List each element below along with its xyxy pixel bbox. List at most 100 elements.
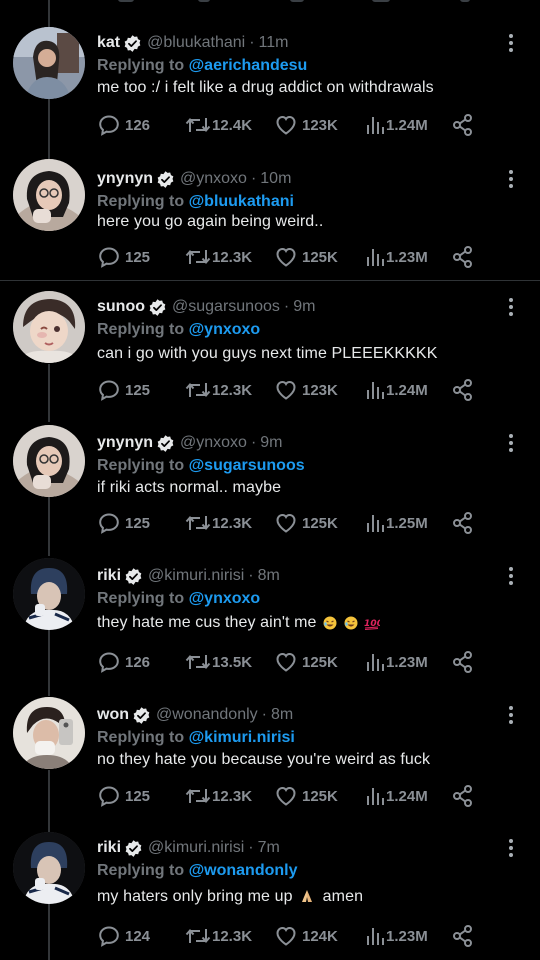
tweet[interactable]: ynynyn @ynxoxo · 9m Replying to @sugarsu…: [0, 417, 540, 550]
tweet[interactable]: riki @kimuri.nirisi · 7m Replying to @wo…: [0, 822, 540, 960]
reply-button[interactable]: 125: [97, 377, 150, 403]
like-button[interactable]: 125K: [274, 783, 338, 809]
avatar[interactable]: [13, 159, 85, 231]
reply-button[interactable]: 126: [97, 649, 150, 675]
user-handle[interactable]: @sugarsunoos: [172, 298, 280, 316]
avatar[interactable]: [13, 425, 85, 497]
avatar[interactable]: [13, 558, 85, 630]
retweet-arrows-icon: [185, 654, 211, 670]
views-button[interactable]: 1.24M: [365, 377, 428, 403]
vertical-dots-icon[interactable]: [506, 839, 516, 857]
display-name[interactable]: ynynyn: [97, 170, 153, 188]
reply-button[interactable]: 125: [97, 783, 150, 809]
user-handle[interactable]: @bluukathani: [147, 34, 245, 52]
display-name[interactable]: won: [97, 706, 129, 724]
share-button[interactable]: [452, 244, 474, 270]
retweet-button[interactable]: 12.3K: [185, 244, 252, 270]
avatar[interactable]: [13, 832, 85, 904]
replying-to-mention[interactable]: @bluukathani: [189, 193, 294, 210]
user-handle[interactable]: @kimuri.nirisi: [148, 839, 244, 857]
share-nodes-icon: [453, 114, 472, 136]
praying-hands-emoji-icon: [299, 888, 315, 909]
reply-button[interactable]: 125: [97, 510, 150, 536]
reply-button[interactable]: 126: [97, 112, 150, 138]
separator-dot: ·: [250, 434, 257, 451]
like-button[interactable]: 123K: [274, 112, 338, 138]
like-button[interactable]: 125K: [274, 510, 338, 536]
timestamp[interactable]: 8m: [258, 567, 280, 585]
display-name[interactable]: sunoo: [97, 298, 145, 316]
tweet[interactable]: ynynyn @ynxoxo · 10m Replying to @bluuka…: [0, 153, 540, 281]
share-button[interactable]: [452, 377, 474, 403]
tweet[interactable]: sunoo @sugarsunoos · 9m Replying to @ynx…: [0, 281, 540, 417]
replying-to-mention[interactable]: @aerichandesu: [189, 57, 308, 74]
retweet-arrows-icon: [185, 788, 211, 804]
tweet-header: riki @kimuri.nirisi · 8m: [97, 565, 280, 587]
share-button[interactable]: [452, 783, 474, 809]
retweet-button[interactable]: 12.3K: [185, 510, 252, 536]
timestamp[interactable]: 10m: [260, 170, 291, 188]
display-name[interactable]: kat: [97, 34, 120, 52]
vertical-dots-icon[interactable]: [506, 434, 516, 452]
display-name[interactable]: riki: [97, 567, 121, 585]
vertical-dots-icon[interactable]: [506, 567, 516, 585]
action-bar: 125 12.3K 125K 1.23M: [97, 244, 477, 270]
verified-badge-icon: [156, 170, 175, 189]
share-button[interactable]: [452, 923, 474, 949]
views-button[interactable]: 1.25M: [365, 510, 428, 536]
views-button[interactable]: 1.24M: [365, 783, 428, 809]
tweet[interactable]: kat @bluukathani · 11m Replying to @aeri…: [0, 17, 540, 153]
timestamp[interactable]: 8m: [271, 706, 293, 724]
vertical-dots-icon[interactable]: [506, 170, 516, 188]
tweet-text-after: amen: [322, 888, 364, 905]
timestamp[interactable]: 9m: [293, 298, 315, 316]
avatar[interactable]: [13, 291, 85, 363]
replying-to-mention[interactable]: @ynxoxo: [189, 321, 261, 338]
reply-button[interactable]: 125: [97, 244, 150, 270]
retweet-button[interactable]: 13.5K: [185, 649, 252, 675]
retweet-button[interactable]: 12.4K: [185, 112, 252, 138]
retweet-button[interactable]: 12.3K: [185, 377, 252, 403]
tweet[interactable]: won @wonandonly · 8m Replying to @kimuri…: [0, 689, 540, 822]
replying-to-mention[interactable]: @wonandonly: [189, 862, 298, 879]
views-count: 1.23M: [386, 653, 428, 671]
vertical-dots-icon[interactable]: [506, 298, 516, 316]
like-button[interactable]: 125K: [274, 649, 338, 675]
vertical-dots-icon[interactable]: [506, 706, 516, 724]
timestamp[interactable]: 9m: [260, 434, 282, 452]
separator-dot: ·: [249, 34, 255, 51]
replying-to-mention[interactable]: @sugarsunoos: [189, 457, 305, 474]
avatar[interactable]: [13, 27, 85, 99]
display-name[interactable]: ynynyn: [97, 434, 153, 452]
replying-to-label: Replying to: [97, 729, 189, 746]
retweet-button[interactable]: 12.3K: [185, 923, 252, 949]
reply-count: 125: [125, 248, 151, 266]
display-name[interactable]: riki: [97, 839, 121, 857]
views-button[interactable]: 1.23M: [365, 923, 428, 949]
replying-to-mention[interactable]: @kimuri.nirisi: [189, 729, 295, 746]
like-button[interactable]: 123K: [274, 377, 338, 403]
timestamp[interactable]: 7m: [258, 839, 280, 857]
replying-to-mention[interactable]: @ynxoxo: [189, 590, 261, 607]
vertical-dots-icon[interactable]: [506, 34, 516, 52]
user-handle[interactable]: @wonandonly: [156, 706, 258, 724]
share-button[interactable]: [452, 510, 474, 536]
user-handle[interactable]: @ynxoxo: [180, 170, 247, 188]
like-button[interactable]: 125K: [274, 244, 338, 270]
views-button[interactable]: 1.23M: [365, 649, 428, 675]
speech-bubble-icon: [99, 926, 119, 947]
views-button[interactable]: 1.24M: [365, 112, 428, 138]
user-handle[interactable]: @ynxoxo: [180, 434, 247, 452]
user-handle[interactable]: @kimuri.nirisi: [148, 567, 244, 585]
tweet-header: ynynyn @ynxoxo · 9m: [97, 432, 283, 454]
separator-dot: ·: [283, 298, 290, 315]
like-button[interactable]: 124K: [274, 923, 338, 949]
timestamp[interactable]: 11m: [259, 34, 289, 52]
views-button[interactable]: 1.23M: [365, 244, 428, 270]
avatar[interactable]: [13, 697, 85, 769]
share-button[interactable]: [452, 649, 474, 675]
reply-button[interactable]: 124: [97, 923, 150, 949]
retweet-button[interactable]: 12.3K: [185, 783, 252, 809]
tweet[interactable]: riki @kimuri.nirisi · 8m Replying to @yn…: [0, 550, 540, 689]
share-button[interactable]: [452, 112, 474, 138]
